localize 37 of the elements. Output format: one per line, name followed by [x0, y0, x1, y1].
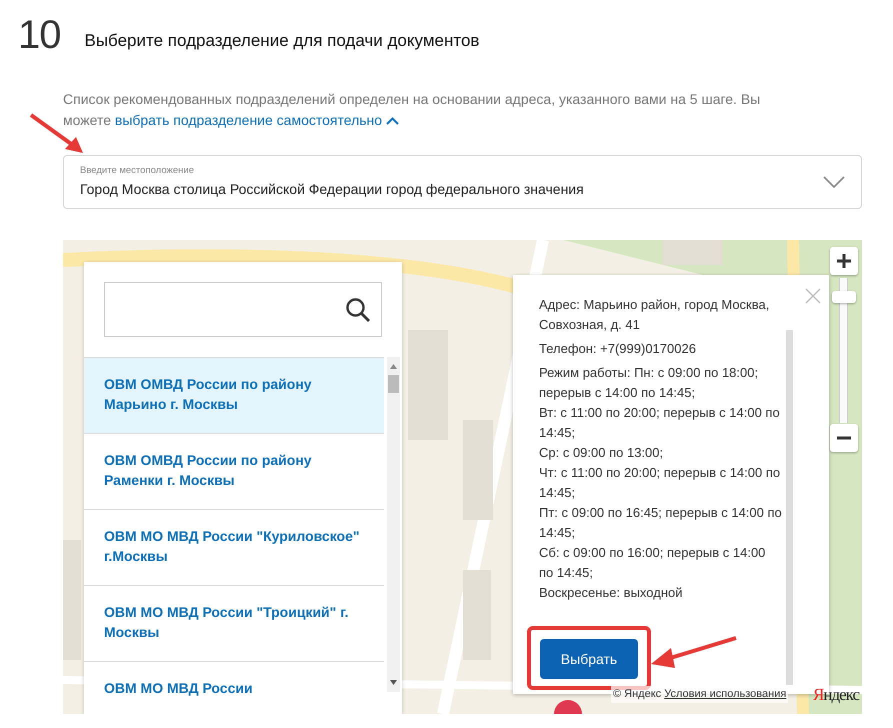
- step-title: Выберите подразделение для подачи документов: [84, 30, 480, 52]
- hours-line: Вт: с 11:00 по 20:00; перерыв с 14:00 по 14:45;: [539, 404, 781, 442]
- hours-line: Воскресенье: выходной: [539, 584, 684, 602]
- chevron-down-icon: [823, 176, 845, 188]
- field-label: Введите местоположение: [80, 164, 195, 178]
- hours-line: Чт: с 11:00 по 20:00; перерыв с 14:00 по 14:45;: [539, 464, 782, 502]
- slider-handle[interactable]: [832, 291, 856, 304]
- zoom-in-button[interactable]: [830, 247, 858, 275]
- zoom-out-button[interactable]: [830, 424, 858, 452]
- office-list-item[interactable]: ОВМ МО МВД России "Куриловское" г.Москвы: [84, 510, 384, 586]
- terms-link[interactable]: Условия использования: [664, 688, 786, 700]
- step-number: 10: [18, 15, 60, 55]
- intro-text: Список рекомендованных подразделений определен на основании адреса, указанного вами на 5 шаге. Вы можете выбрать подразделение самостоятельно: [63, 90, 762, 130]
- map-logo: Яндекс: [813, 684, 860, 706]
- scrollbar[interactable]: [387, 357, 400, 692]
- hours-line: Режим работы: Пн: с 09:00 по 18:00; перерыв с 14:00 по 14:45;: [539, 364, 760, 402]
- manual-select-link[interactable]: выбрать подразделение самостоятельно: [114, 112, 399, 128]
- select-button[interactable]: Выбрать: [540, 639, 638, 679]
- hours-line: Сб: с 09:00 по 16:00; перерыв с 14:00 по 14:45;: [539, 544, 766, 582]
- office-list-item[interactable]: ОВМ ОМВД России по району Раменки г. Москвы: [84, 434, 384, 510]
- hours-line: Ср: с 09:00 по 13:00;: [539, 444, 664, 462]
- address-text: Адрес: Марьино район, город Москва, Совхозная, д. 41: [539, 296, 770, 334]
- phone-text: Телефон: +7(999)0170026: [539, 340, 697, 358]
- field-value: Город Москва столица Российской Федерации город федерального значения: [80, 180, 585, 199]
- search-icon: [345, 296, 371, 322]
- map-attribution: © Яндекс Условия использования: [611, 686, 788, 702]
- scrollbar[interactable]: [786, 330, 793, 685]
- search-field[interactable]: [104, 282, 382, 337]
- office-list-item[interactable]: ОВМ МО МВД России: [84, 662, 384, 714]
- zoom-slider[interactable]: [832, 278, 856, 423]
- close-icon[interactable]: [805, 288, 821, 304]
- office-list-item[interactable]: ОВМ ОМВД России по району Марьино г. Москвы: [84, 358, 384, 434]
- plus-icon: [837, 254, 851, 268]
- hours-line: Пт: с 09:00 по 16:45; перерыв с 14:00 по 14:45;: [539, 504, 783, 542]
- location-field[interactable]: Введите местоположение Город Москва столица Российской Федерации город федерального значения: [63, 155, 862, 209]
- minus-icon: [837, 436, 851, 440]
- office-list-item[interactable]: ОВМ МО МВД России "Троицкий" г. Москвы: [84, 586, 384, 662]
